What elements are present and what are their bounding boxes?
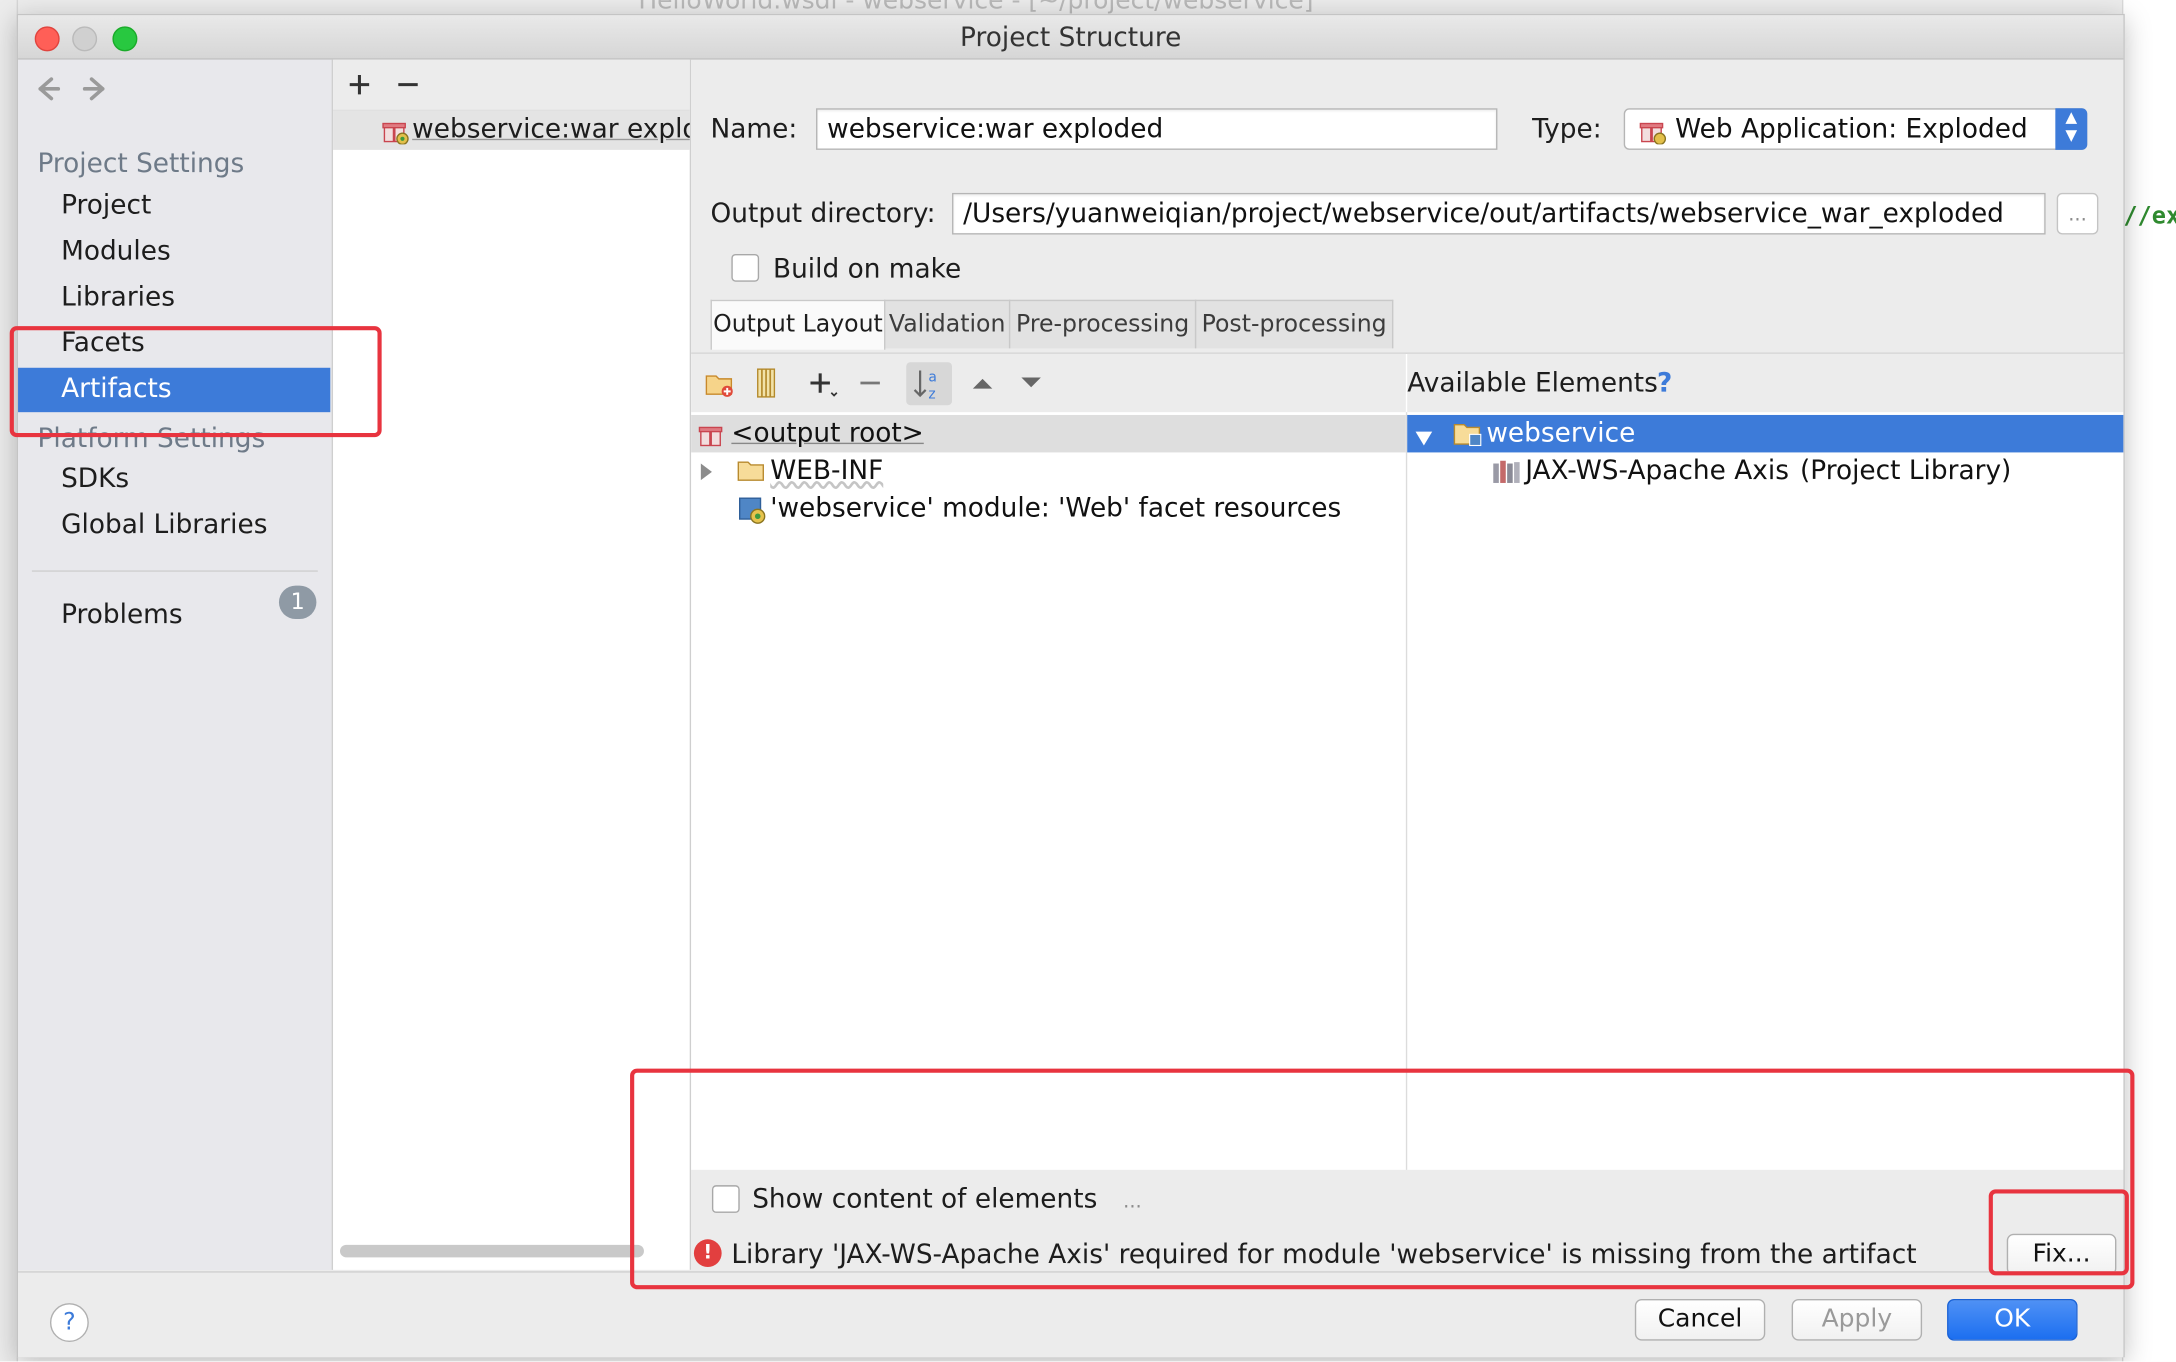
- available-elements-title: Available Elements: [1407, 367, 1658, 399]
- tab-post-processing[interactable]: Post-processing: [1194, 299, 1394, 349]
- name-label: Name:: [710, 113, 798, 145]
- minus-icon[interactable]: [396, 72, 421, 103]
- build-on-make-label: Build on make: [773, 253, 962, 285]
- remove-icon[interactable]: [858, 371, 883, 402]
- archive-icon[interactable]: [754, 368, 779, 404]
- web-app-gift-icon: [1639, 117, 1667, 150]
- sidebar-item-label: Modules: [61, 235, 171, 267]
- tree-row-web-facet-resources[interactable]: 'webservice' module: 'Web' facet resourc…: [691, 490, 1406, 527]
- screen: HelloWorld.wsdl - webservice - [~/projec…: [0, 0, 2176, 1362]
- sidebar-item-modules[interactable]: Modules: [18, 230, 330, 274]
- apply-button[interactable]: Apply: [1791, 1298, 1923, 1341]
- ok-button[interactable]: OK: [1947, 1298, 2078, 1341]
- output-layout-area: az Available Elements ? <output root> WE…: [691, 352, 2124, 1170]
- output-directory-label: Output directory:: [710, 198, 936, 229]
- back-arrow-icon[interactable]: [32, 74, 63, 111]
- ide-code-fragment: //ex: [2123, 202, 2176, 231]
- tree-row-webservice[interactable]: webservice: [1407, 414, 2124, 453]
- move-down-icon[interactable]: [1019, 372, 1044, 398]
- new-folder-icon[interactable]: [705, 371, 736, 404]
- tab-validation[interactable]: Validation: [884, 299, 1011, 349]
- web-facet-icon: [738, 497, 766, 530]
- tree-row-suffix: (Project Library): [1799, 455, 2012, 486]
- module-folder-icon: [1453, 422, 1484, 453]
- add-icon[interactable]: [808, 371, 839, 404]
- sidebar-item-sdks[interactable]: SDKs: [18, 458, 330, 502]
- svg-text:a: a: [928, 370, 937, 386]
- sidebar-item-global-libraries[interactable]: Global Libraries: [18, 504, 330, 548]
- output-directory-value: /Users/yuanweiqian/project/webservice/ou…: [963, 198, 2004, 229]
- name-field-value: webservice:war exploded: [827, 113, 1164, 145]
- folder-icon: [737, 459, 765, 487]
- expand-arrow-icon[interactable]: [698, 461, 715, 487]
- tree-row-jax-ws-apache-axis[interactable]: JAX-WS-Apache Axis (Project Library): [1407, 452, 2123, 489]
- artifact-list-scrollbar[interactable]: [340, 1244, 644, 1258]
- artifact-list-item[interactable]: webservice:war exploded: [333, 111, 690, 150]
- chevron-updown-icon: ▲ ▼: [2055, 108, 2088, 150]
- tree-row-label: <output root>: [731, 417, 924, 449]
- available-elements-header: Available Elements ?: [1407, 353, 2124, 413]
- sidebar-item-label: Problems: [61, 599, 183, 631]
- tab-output-layout[interactable]: Output Layout: [710, 299, 886, 350]
- project-settings-header: Project Settings: [37, 148, 245, 180]
- type-select-value: Web Application: Exploded: [1675, 113, 2028, 145]
- output-directory-field[interactable]: /Users/yuanweiqian/project/webservice/ou…: [952, 192, 2046, 235]
- move-up-icon[interactable]: [970, 372, 995, 398]
- sidebar-item-label: Global Libraries: [61, 509, 268, 540]
- artifact-list-item-label: webservice:war exploded: [412, 113, 690, 145]
- available-elements-help-icon[interactable]: ?: [1657, 368, 1672, 399]
- dialog-title: Project Structure: [960, 22, 1182, 53]
- sidebar-item-project[interactable]: Project: [18, 185, 330, 229]
- browse-output-directory-button[interactable]: ...: [2056, 192, 2099, 235]
- library-icon: [1492, 459, 1523, 490]
- tree-row-output-root[interactable]: <output root>: [691, 414, 1406, 454]
- plus-icon[interactable]: [347, 72, 372, 103]
- sort-az-icon[interactable]: az: [906, 362, 953, 406]
- svg-text:z: z: [928, 386, 935, 402]
- sidebar-item-label: Libraries: [61, 281, 175, 313]
- help-button[interactable]: ?: [49, 1303, 89, 1343]
- settings-sidebar: Project Settings Project Modules Librari…: [18, 59, 334, 1270]
- artifact-gift-icon: [698, 421, 726, 454]
- annotation-highlight-artifacts: [9, 326, 382, 438]
- annotation-highlight-error-panel: [630, 1068, 2135, 1290]
- layout-split-divider[interactable]: [1405, 412, 1408, 1170]
- tree-row-label: JAX-WS-Apache Axis: [1525, 455, 1789, 486]
- type-select[interactable]: Web Application: Exploded ▲ ▼: [1623, 108, 2088, 150]
- cancel-button[interactable]: Cancel: [1634, 1298, 1766, 1341]
- problems-count-badge: 1: [278, 585, 317, 619]
- collapse-arrow-icon[interactable]: [1414, 426, 1433, 452]
- dialog-titlebar: Project Structure: [18, 15, 2124, 60]
- tree-row-label: 'webservice' module: 'Web' facet resourc…: [770, 492, 1342, 524]
- tab-pre-processing[interactable]: Pre-processing: [1008, 299, 1197, 349]
- sidebar-item-libraries[interactable]: Libraries: [18, 276, 330, 320]
- type-label: Type:: [1532, 113, 1602, 145]
- sidebar-divider: [31, 570, 318, 572]
- forward-arrow-icon[interactable]: [80, 74, 111, 111]
- artifact-gift-icon: [382, 117, 410, 150]
- annotation-highlight-fix-button: [1988, 1189, 2129, 1276]
- ide-background-left: [0, 0, 19, 1362]
- sidebar-item-label: Project: [61, 190, 152, 221]
- sidebar-item-label: SDKs: [61, 463, 130, 495]
- tree-row-label: webservice: [1486, 417, 1636, 449]
- build-on-make-checkbox[interactable]: [731, 253, 760, 282]
- name-field[interactable]: webservice:war exploded: [816, 108, 1498, 150]
- tree-row-label: WEB-INF: [770, 455, 884, 486]
- tree-row-web-inf[interactable]: WEB-INF: [691, 452, 1406, 489]
- artifact-list-toolbar: [333, 59, 690, 112]
- output-layout-toolbar: az: [691, 353, 1406, 413]
